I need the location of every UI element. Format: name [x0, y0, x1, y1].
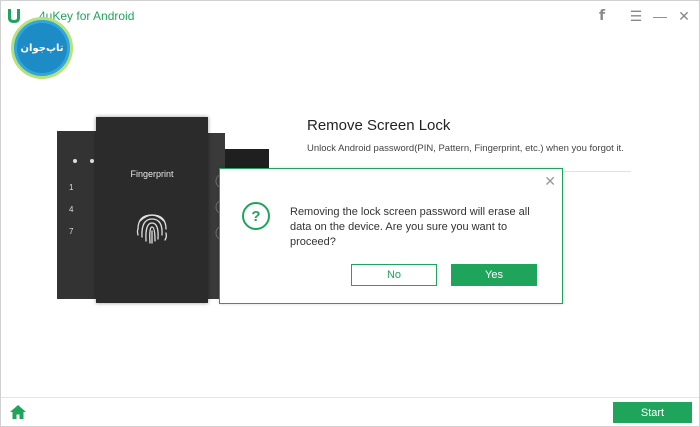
close-icon[interactable]: ✕: [675, 7, 693, 25]
app-window: 4uKey for Android f ☰ — ✕ تاپ‌جوان 1 4 7…: [0, 0, 700, 427]
yes-button[interactable]: Yes: [451, 264, 537, 286]
pin-dot: [90, 159, 94, 163]
title-bar: 4uKey for Android f ☰ — ✕: [1, 1, 699, 33]
confirm-dialog: ✕ ? Removing the lock screen password wi…: [219, 168, 563, 304]
fingerprint-label: Fingerprint: [130, 169, 174, 179]
watermark-badge: تاپ‌جوان: [11, 17, 73, 79]
section-description: Unlock Android password(PIN, Pattern, Fi…: [307, 143, 624, 154]
footer-divider: [1, 397, 699, 398]
phone-illustration-main: Fingerprint: [90, 117, 208, 303]
keypad-number: 1: [69, 183, 74, 192]
section-title: Remove Screen Lock: [307, 117, 451, 134]
start-button[interactable]: Start: [613, 402, 692, 423]
dialog-close-icon[interactable]: ✕: [544, 173, 556, 190]
minimize-icon[interactable]: —: [651, 7, 669, 25]
watermark-text: تاپ‌جوان: [17, 23, 67, 73]
dialog-message: Removing the lock screen password will e…: [290, 206, 530, 248]
pin-dot: [73, 159, 77, 163]
fingerprint-icon: [136, 214, 167, 244]
keypad-number: 4: [69, 205, 74, 214]
question-icon: ?: [242, 202, 270, 230]
menu-icon[interactable]: ☰: [627, 7, 645, 25]
home-icon[interactable]: [10, 405, 26, 419]
app-logo-icon: [8, 9, 20, 23]
facebook-icon[interactable]: f: [593, 7, 611, 25]
no-button[interactable]: No: [351, 264, 437, 286]
keypad-number: 7: [69, 227, 74, 236]
